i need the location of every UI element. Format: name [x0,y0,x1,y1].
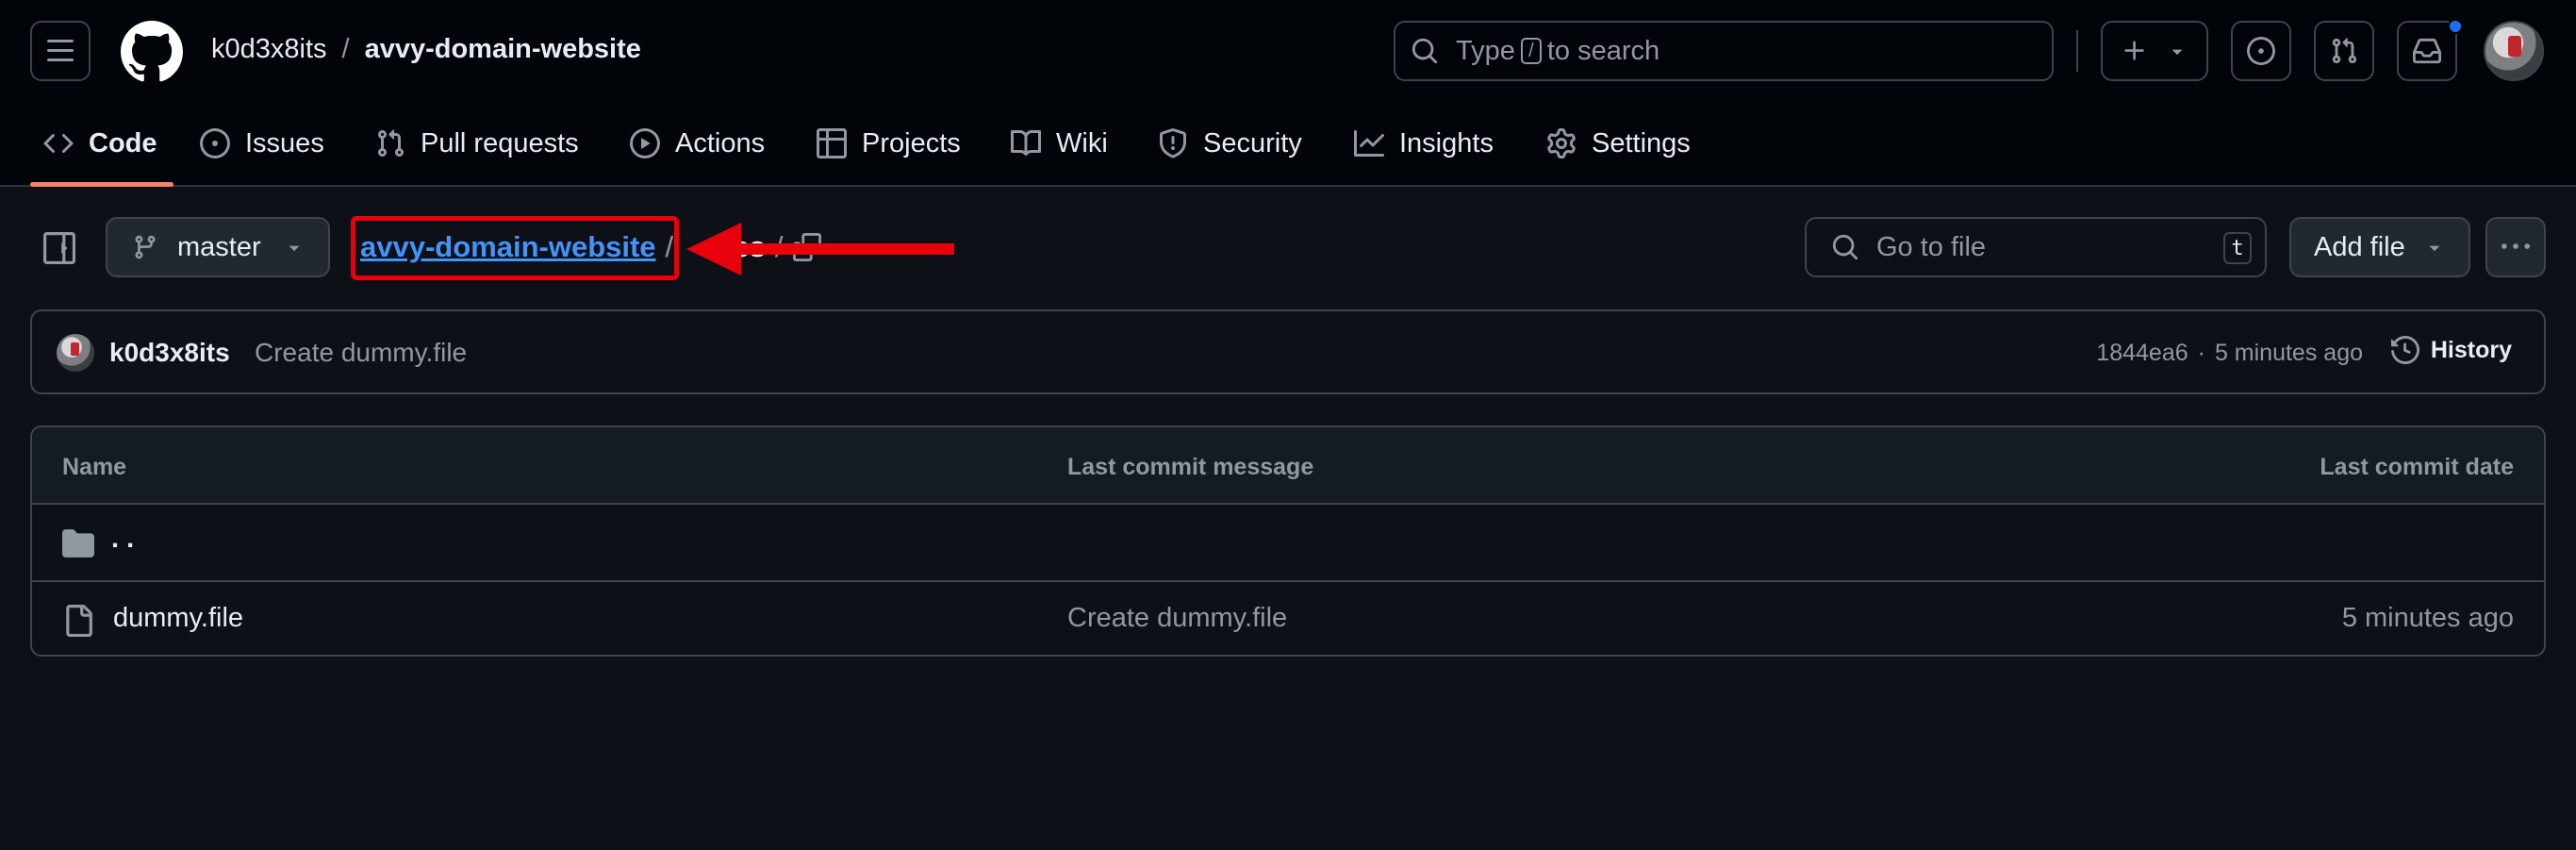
repo-link[interactable]: avvy-domain-website [365,34,641,65]
table-icon [817,128,847,158]
tab-security[interactable]: Security [1158,115,1302,172]
triangle-down-icon [2429,245,2439,251]
search-placeholder-prefix: Type [1456,35,1515,66]
tab-settings[interactable]: Settings [1546,115,1691,172]
annotation-arrow-icon [686,223,954,275]
repo-context: k0d3x8its / avvy-domain-website [211,34,641,65]
github-logo[interactable] [121,21,183,83]
your-pull-requests-button[interactable] [2314,21,2374,81]
commit-time: 5 minutes ago [2214,340,2363,366]
commit-sha[interactable]: 1844ea6 [2096,340,2188,367]
kebab-horizontal-icon [2502,243,2530,249]
book-icon [1011,129,1041,156]
search-shortcut-key: / [1520,38,1542,64]
file-name-link[interactable]: dummy.file [113,603,243,634]
table-header: Name Last commit message Last commit dat… [32,427,2544,505]
commit-message[interactable]: Create dummy.file [255,338,467,368]
add-file-button[interactable]: Add file [2289,217,2470,277]
annotation-highlight-box [351,216,679,280]
commit-author[interactable]: k0d3x8its [109,338,230,368]
go-to-file-input[interactable]: Go to file t [1805,217,2267,277]
go-to-file-shortcut-key: t [2223,232,2252,264]
three-bars-icon [47,40,74,61]
tab-label: Issues [245,127,324,158]
active-tab-indicator [30,182,173,187]
git-pull-request-icon [2332,38,2357,64]
expand-file-tree-button[interactable] [43,232,75,264]
graph-icon [1354,130,1384,157]
owner-link[interactable]: k0d3x8its [211,34,327,65]
avatar-detail [2508,36,2521,57]
file-commit-date: 5 minutes ago [2341,603,2514,633]
add-file-label: Add file [2314,231,2405,262]
table-row[interactable]: dummy.file Create dummy.file 5 minutes a… [32,580,2544,655]
global-search-input[interactable]: Type / to search [1394,21,2054,81]
tab-label: Projects [862,127,961,158]
history-icon [2390,336,2419,364]
global-header: k0d3x8its / avvy-domain-website Type / t… [0,0,2576,187]
branch-picker-button[interactable]: master [106,217,330,277]
tab-label: Security [1203,127,1302,158]
search-icon [1832,234,1858,260]
file-commit-message-link[interactable]: Create dummy.file [1067,603,1287,634]
user-avatar[interactable] [2484,21,2544,81]
triangle-down-icon [289,245,299,251]
tab-label: Pull requests [421,127,579,158]
gear-icon [1547,128,1576,158]
mark-github-icon [121,21,183,82]
tab-code[interactable]: Code [43,115,157,172]
column-header-last-commit-date: Last commit date [2320,454,2514,480]
history-label: History [2430,336,2512,363]
tab-label: Code [89,127,157,158]
header-divider [2076,30,2078,72]
author-avatar[interactable] [57,334,94,372]
inbox-icon [2413,38,2441,64]
play-icon [630,128,660,158]
tab-label: Wiki [1056,127,1108,158]
tab-label: Settings [1592,127,1691,158]
your-issues-button[interactable] [2231,21,2291,81]
search-placeholder-suffix: to search [1546,35,1660,66]
latest-commit-box: k0d3x8its Create dummy.file 1844ea6 · 5 … [30,309,2546,394]
plus-icon [2124,41,2144,60]
notification-indicator-dot [2448,19,2463,34]
git-pull-request-icon [377,129,405,158]
triangle-down-icon [2171,49,2183,55]
issue-opened-icon [2247,37,2275,65]
search-icon [1412,38,1438,64]
tab-issues[interactable]: Issues [200,115,324,172]
file-icon [66,605,92,637]
parent-directory-row[interactable]: . . [32,505,2544,580]
file-directory-icon [62,529,94,558]
tab-label: Insights [1399,127,1494,158]
parent-directory-link[interactable]: . . [111,524,134,555]
commit-meta: 1844ea6 · 5 minutes ago [2096,340,2363,367]
tab-actions[interactable]: Actions [630,115,765,172]
hamburger-menu-button[interactable] [30,21,91,81]
commit-meta-dot: · [2197,340,2205,366]
tab-pull-requests[interactable]: Pull requests [375,115,579,172]
history-button[interactable]: History [2390,336,2512,364]
code-icon [43,133,74,154]
tab-wiki[interactable]: Wiki [1011,115,1108,172]
shield-icon [1160,128,1186,158]
more-options-button[interactable] [2485,217,2546,277]
column-header-last-commit-message: Last commit message [1067,454,1314,480]
file-table: Name Last commit message Last commit dat… [30,425,2546,657]
create-new-button[interactable] [2101,21,2208,81]
avatar-detail [71,342,79,356]
git-branch-icon [135,235,156,259]
issue-opened-icon [200,128,230,158]
go-to-file-placeholder: Go to file [1876,231,1987,262]
tab-insights[interactable]: Insights [1354,115,1494,172]
tab-projects[interactable]: Projects [817,115,961,172]
column-header-name: Name [62,454,127,480]
sidebar-expand-icon [43,232,75,264]
branch-name: master [177,231,261,262]
context-separator: / [341,34,350,64]
tab-label: Actions [675,127,766,158]
